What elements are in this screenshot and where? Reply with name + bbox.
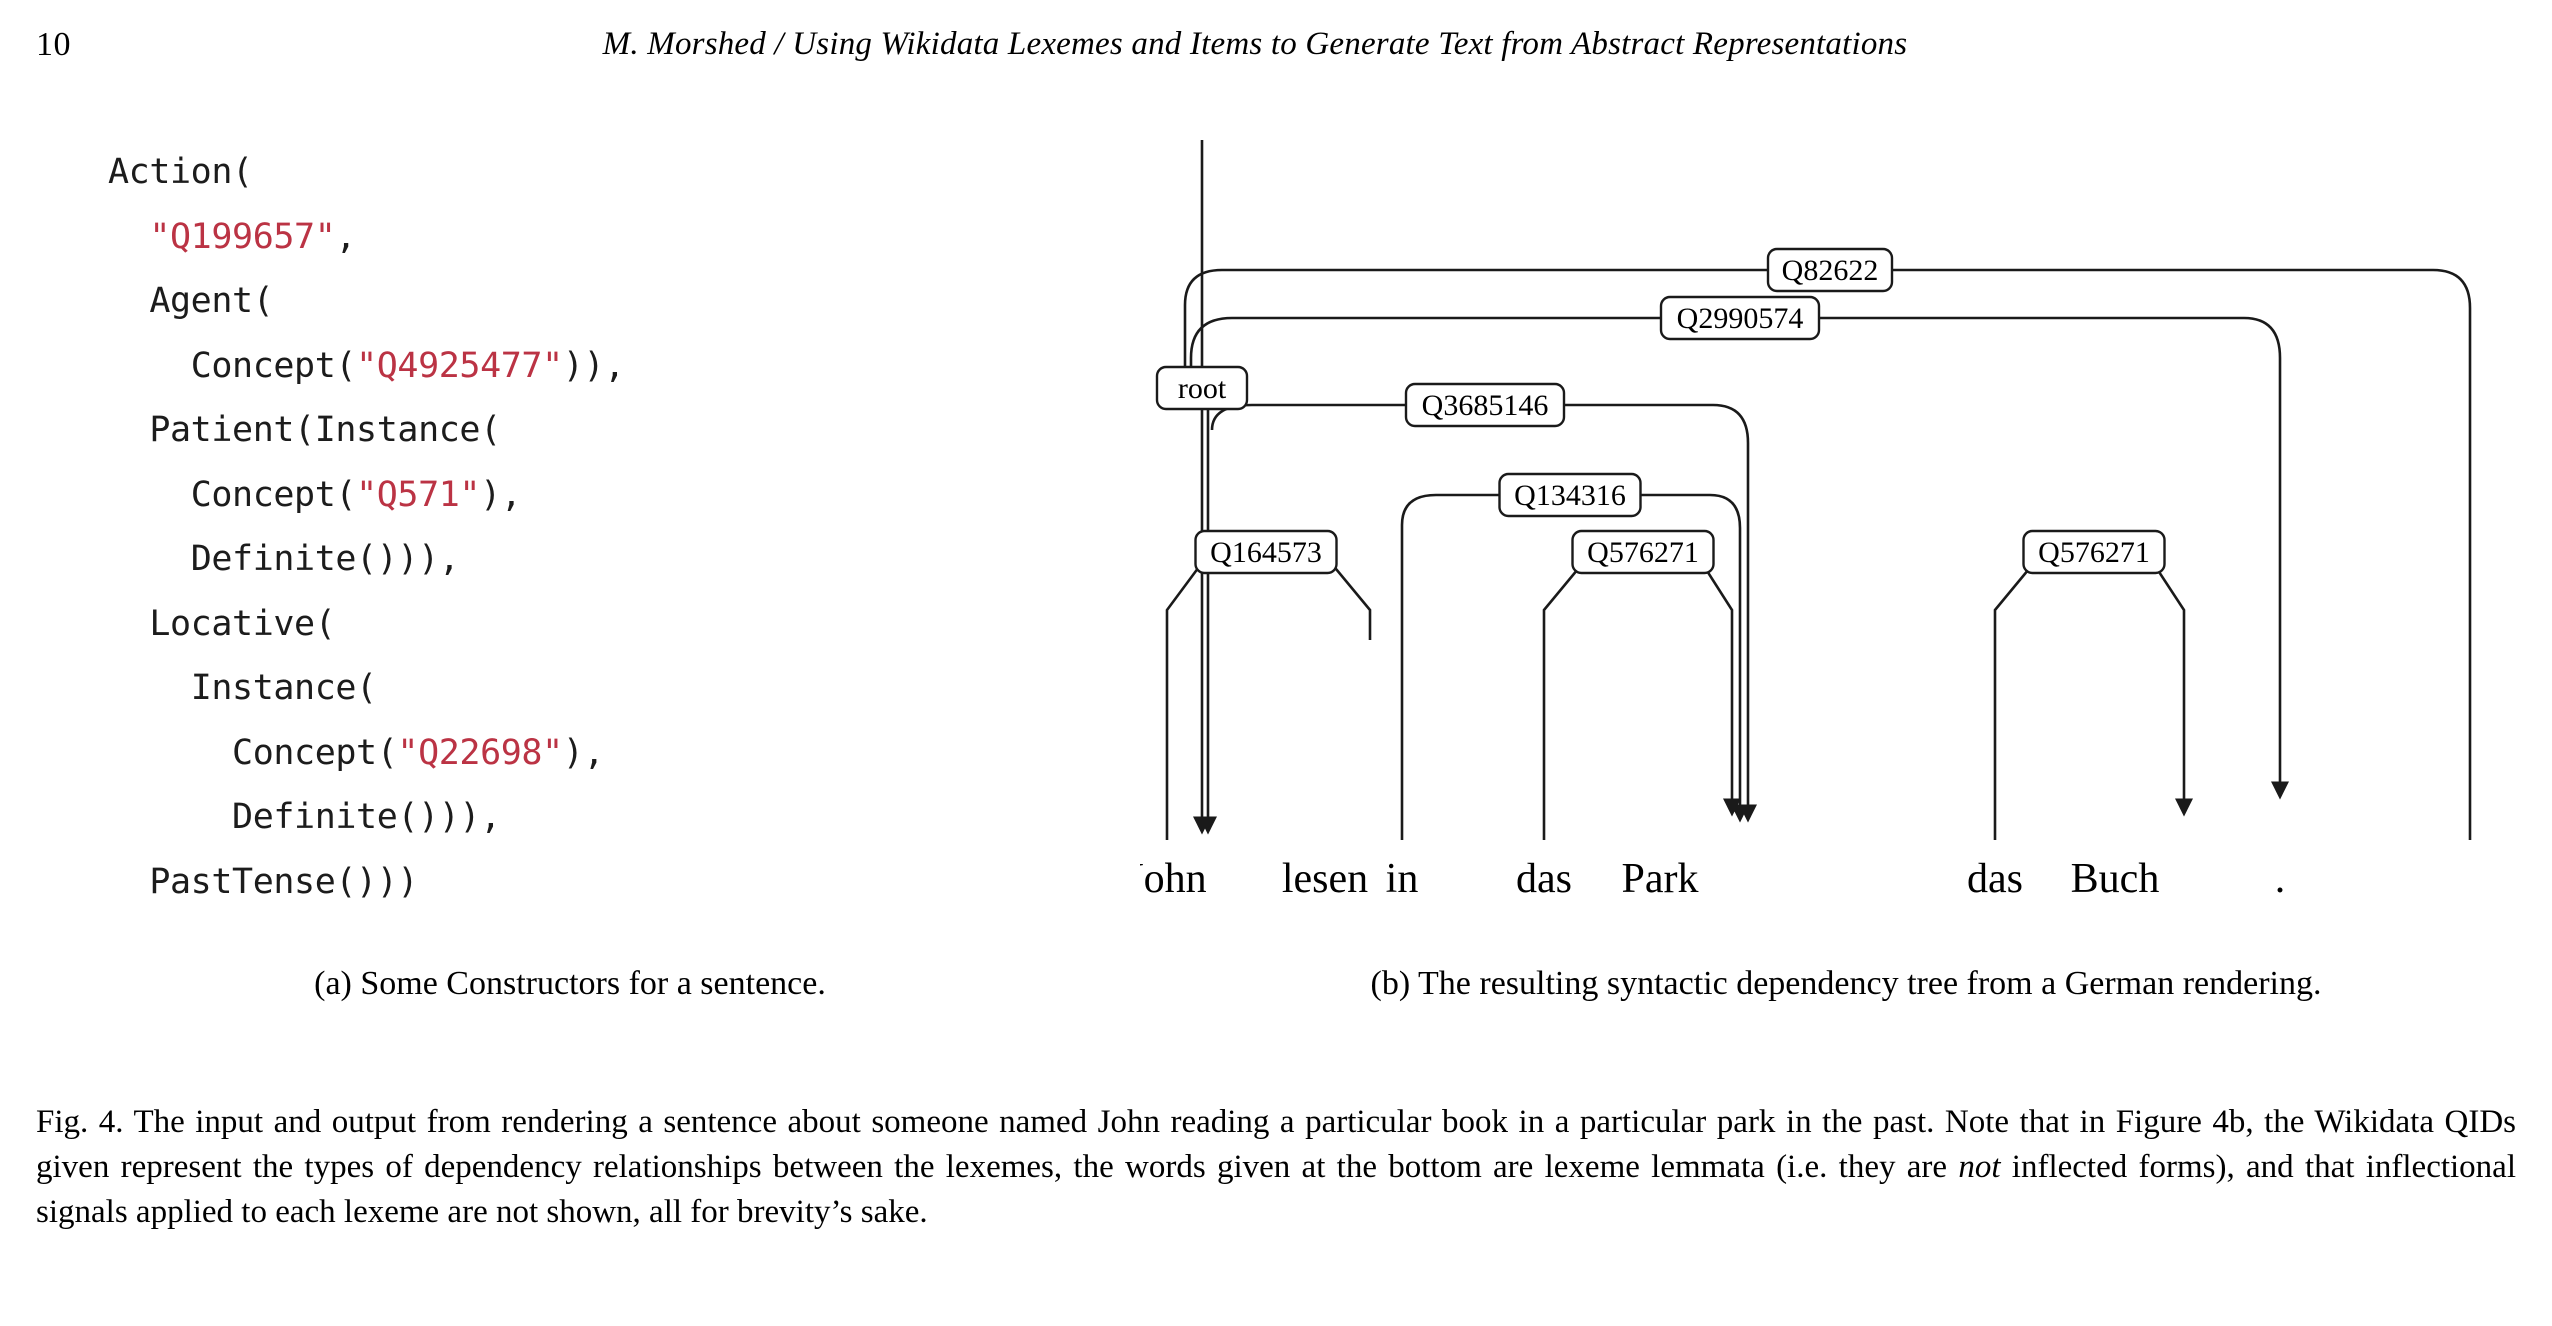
node-label: root xyxy=(1178,372,1227,405)
subfigure-a-caption: (a) Some Constructors for a sentence. xyxy=(314,965,826,1002)
tree-word: John xyxy=(1140,856,1207,902)
tree-node-q576271b: Q576271 xyxy=(2022,529,2166,575)
dependency-tree-graphic: Q82622 Q2990574 root Q3685146 Q134316 Q164573… xyxy=(1140,140,2472,902)
code-token: Concept( xyxy=(190,345,357,386)
tree-word: in xyxy=(1386,856,1419,902)
code-token: Locative( xyxy=(149,603,336,644)
code-token: ), xyxy=(480,474,522,515)
code-qid: "Q4925477" xyxy=(356,345,563,386)
tree-node-q3685146: Q3685146 xyxy=(1404,382,1566,428)
tree-word: das xyxy=(1516,856,1572,902)
subfigure-b: Q82622 Q2990574 root Q3685146 Q134316 Q164573… xyxy=(1140,140,2552,1020)
running-head-title: M. Morshed / Using Wikidata Lexemes and … xyxy=(602,26,1908,62)
code-line: Locative( xyxy=(108,592,625,657)
tree-word: . xyxy=(2275,856,2286,902)
edge-q82622 xyxy=(1183,268,2472,840)
edge-q3685146 xyxy=(1210,403,1758,823)
tree-node-q164573: Q164573 xyxy=(1194,529,1338,575)
edge-q576271-park xyxy=(1542,550,1742,840)
code-token: Concept( xyxy=(232,732,398,773)
code-token: Definite())), xyxy=(190,539,460,579)
code-token: , xyxy=(335,216,357,257)
node-label: Q576271 xyxy=(1587,536,1699,569)
caption-emphasis: not xyxy=(1958,1149,2001,1185)
figure-4: Action( "Q199657", Agent( Concept("Q4925… xyxy=(0,140,2552,1020)
code-token: Action( xyxy=(108,152,253,192)
tree-node-labels: Q82622 Q2990574 root Q3685146 Q134316 Q164573… xyxy=(1155,247,2166,575)
tree-edges xyxy=(1165,140,2472,840)
subfigure-b-caption: (b) The resulting syntactic dependency t… xyxy=(1370,965,2322,1002)
code-qid: "Q22698" xyxy=(397,732,563,773)
tree-word: lesen xyxy=(1282,856,1368,902)
code-line: Concept("Q571"), xyxy=(108,463,625,528)
tree-node-root: root xyxy=(1155,365,1249,411)
code-line: PastTense())) xyxy=(108,850,625,915)
figure-caption: Fig. 4. The input and output from render… xyxy=(36,1100,2516,1235)
node-label: Q164573 xyxy=(1210,536,1322,569)
tree-word: Buch xyxy=(2071,856,2160,902)
code-token: Concept( xyxy=(190,474,357,515)
constructor-code-block: Action( "Q199657", Agent( Concept("Q4925… xyxy=(108,140,625,914)
tree-node-q576271a: Q576271 xyxy=(1571,529,1715,575)
edge-q164573 xyxy=(1165,550,1372,840)
node-label: Q576271 xyxy=(2038,536,2150,569)
code-qid: "Q199657" xyxy=(149,216,336,257)
tree-word-labels: John lesenin das Park das Buch. xyxy=(1140,856,2285,902)
tree-node-q82622: Q82622 xyxy=(1766,247,1894,293)
code-line: Action( xyxy=(108,140,625,205)
node-label: Q3685146 xyxy=(1422,389,1549,422)
running-head: 10 M. Morshed / Using Wikidata Lexemes a… xyxy=(0,26,2552,82)
code-token: Definite())), xyxy=(232,797,501,837)
code-line: Patient(Instance( xyxy=(108,398,625,463)
code-line: Definite())), xyxy=(108,527,625,592)
edge-q576271-buch xyxy=(1993,550,2194,840)
tree-word: Park xyxy=(1622,856,1699,902)
code-token: ), xyxy=(562,732,605,773)
code-line: Definite())), xyxy=(108,785,625,850)
code-qid: "Q571" xyxy=(356,474,481,515)
tree-word: das xyxy=(1967,856,2023,902)
node-label: Q134316 xyxy=(1514,479,1626,512)
code-line: Concept("Q22698"), xyxy=(108,721,625,786)
tree-node-q134316: Q134316 xyxy=(1498,472,1642,518)
subfigure-a: Action( "Q199657", Agent( Concept("Q4925… xyxy=(0,140,1140,1020)
tree-node-q2990574: Q2990574 xyxy=(1659,295,1821,341)
code-line: Instance( xyxy=(108,656,625,721)
code-token: )), xyxy=(562,345,625,386)
node-label: Q82622 xyxy=(1782,254,1879,287)
code-token: PastTense())) xyxy=(149,861,419,902)
node-label: Q2990574 xyxy=(1677,302,1804,335)
code-line: Agent( xyxy=(108,269,625,334)
code-token: Instance( xyxy=(190,668,377,708)
code-token: Agent( xyxy=(149,281,274,321)
code-line: "Q199657", xyxy=(108,205,625,270)
code-line: Concept("Q4925477")), xyxy=(108,334,626,399)
code-token: Patient(Instance( xyxy=(149,410,501,450)
